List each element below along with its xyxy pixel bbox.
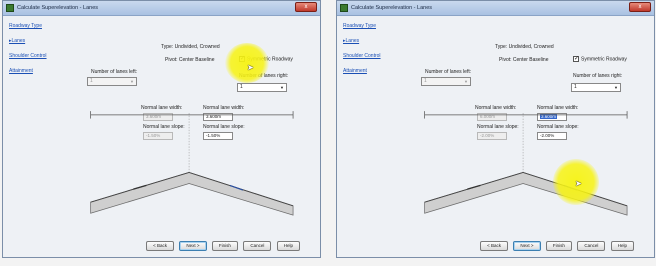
lanes-page: Type: Undivided, Crowned Pivot: Center B… [395, 17, 653, 237]
symmetric-roadway-label: Symmetric Roadway [581, 56, 627, 63]
cancel-button[interactable]: Cancel [243, 241, 272, 251]
wizard-nav: Roadway Type ▸Lanes Shoulder Control Att… [343, 23, 393, 83]
close-button[interactable]: x [629, 2, 651, 12]
next-button[interactable]: Next > [513, 241, 541, 251]
cancel-button[interactable]: Cancel [577, 241, 606, 251]
symmetric-roadway-option[interactable]: ✓Symmetric Roadway [573, 56, 627, 62]
lanes-left-select[interactable]: 1 ▼ [87, 77, 137, 86]
dialog-window-left: Calculate Superelevation - Lanes x Roadw… [2, 0, 321, 258]
finish-button[interactable]: Finish [545, 241, 572, 251]
title-bar[interactable]: Calculate Superelevation - Lanes x [337, 1, 654, 16]
lanes-right-label: Number of lanes right: [573, 73, 623, 79]
lanes-left-label: Number of lanes left: [425, 69, 472, 75]
dialog-window-right: Calculate Superelevation - Lanes x Roadw… [336, 0, 655, 258]
app-icon [6, 4, 14, 12]
back-button[interactable]: < Back [146, 241, 174, 251]
help-button[interactable]: Help [610, 241, 634, 251]
chevron-down-icon: ▼ [130, 79, 134, 84]
title-bar[interactable]: Calculate Superelevation - Lanes x [3, 1, 320, 16]
nav-shoulder-control[interactable]: Shoulder Control [343, 53, 393, 59]
nav-lanes[interactable]: ▸Lanes [9, 38, 59, 44]
lanes-left-select[interactable]: 1 ▼ [421, 77, 471, 86]
cross-section-diagram [424, 111, 628, 216]
nav-attainment[interactable]: Attainment [9, 68, 59, 74]
help-button[interactable]: Help [276, 241, 300, 251]
finish-button[interactable]: Finish [211, 241, 238, 251]
symmetric-roadway-checkbox[interactable]: ✓ [573, 56, 579, 62]
pivot-text: Pivot: Center Baseline [165, 57, 215, 63]
cross-section-diagram [90, 111, 294, 216]
road-cross-section [90, 172, 294, 216]
nav-roadway-type[interactable]: Roadway Type [9, 23, 59, 29]
type-text: Type: Undivided, Crowned [161, 44, 220, 50]
pivot-text: Pivot: Center Baseline [499, 57, 549, 63]
type-text: Type: Undivided, Crowned [495, 44, 554, 50]
mouse-pointer-icon: ➤ [247, 63, 254, 72]
window-title: Calculate Superelevation - Lanes [351, 5, 433, 11]
wizard-button-row: < Back Next > Finish Cancel Help [142, 241, 300, 251]
next-button[interactable]: Next > [179, 241, 207, 251]
app-icon [340, 4, 348, 12]
close-button[interactable]: x [295, 2, 317, 12]
nav-lanes[interactable]: ▸Lanes [343, 38, 393, 44]
nav-roadway-type[interactable]: Roadway Type [343, 23, 393, 29]
lanes-page: Type: Undivided, Crowned Pivot: Center B… [61, 17, 319, 237]
nav-attainment[interactable]: Attainment [343, 68, 393, 74]
wizard-nav: Roadway Type ▸Lanes Shoulder Control Att… [9, 23, 59, 83]
wizard-button-row: < Back Next > Finish Cancel Help [476, 241, 634, 251]
nav-lanes-label: Lanes [345, 38, 360, 44]
nav-shoulder-control[interactable]: Shoulder Control [9, 53, 59, 59]
window-title: Calculate Superelevation - Lanes [17, 5, 99, 11]
mouse-pointer-icon: ➤ [575, 179, 582, 188]
lanes-left-label: Number of lanes left: [91, 69, 138, 75]
nav-lanes-label: Lanes [11, 38, 26, 44]
chevron-down-icon: ▼ [464, 79, 468, 84]
back-button[interactable]: < Back [480, 241, 508, 251]
